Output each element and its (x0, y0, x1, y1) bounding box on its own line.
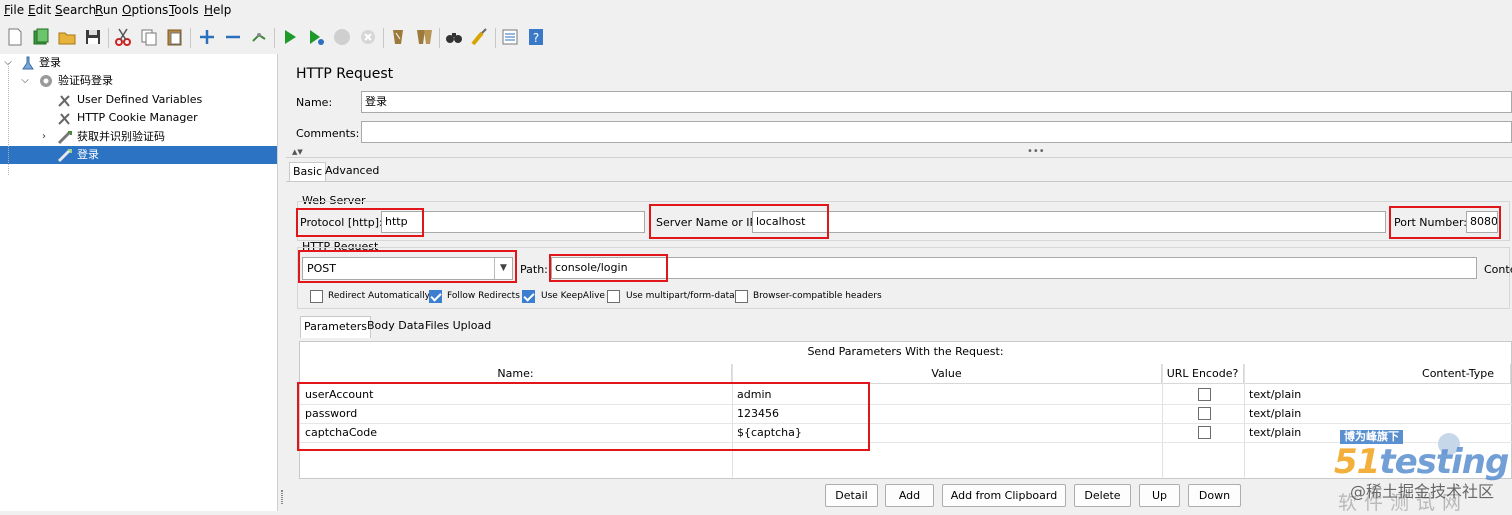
chevron-right-icon[interactable]: › (38, 128, 50, 146)
menu-options[interactable]: Options (122, 3, 168, 17)
cut-icon[interactable] (112, 26, 134, 48)
new-icon[interactable] (4, 26, 26, 48)
comments-label: Comments: (296, 127, 360, 140)
url-encode-checkbox[interactable] (1198, 426, 1211, 439)
param-content-type-cell[interactable]: text/plain (1249, 386, 1301, 404)
collapse-arrows-icon[interactable]: ▲▼ (292, 148, 303, 156)
keepalive-checkbox[interactable] (522, 290, 535, 303)
detail-button[interactable]: Detail (825, 484, 878, 507)
menu-bar: File Edit Search Run Options Tools Help (0, 0, 1512, 20)
chevron-down-icon[interactable]: ⌵ (19, 72, 31, 90)
expand-all-icon[interactable] (196, 26, 218, 48)
comments-field[interactable] (361, 121, 1512, 143)
function-helper-icon[interactable] (499, 26, 521, 48)
collapse-all-icon[interactable] (222, 26, 244, 48)
help-icon[interactable]: ? (525, 26, 547, 48)
table-caption: Send Parameters With the Request: (807, 345, 1004, 358)
name-label: Name: (296, 96, 333, 109)
highlight-parameters (297, 382, 870, 451)
follow-redirects-checkbox[interactable] (429, 290, 442, 303)
sampler-icon (57, 129, 73, 145)
test-plan-tree: ⌵ 登录 ⌵ 验证码登录 User Defined Variables HTTP… (0, 54, 278, 511)
redirect-auto-label: Redirect Automatically (328, 291, 430, 301)
path-field[interactable]: console/login (551, 257, 1477, 279)
url-encode-checkbox[interactable] (1198, 407, 1211, 420)
url-encode-checkbox[interactable] (1198, 388, 1211, 401)
gear-icon (38, 73, 54, 89)
highlight-port (1389, 206, 1501, 239)
wrench-icon (57, 110, 73, 126)
menu-search[interactable]: Search (55, 3, 96, 17)
copy-icon[interactable] (138, 26, 160, 48)
svg-text:?: ? (533, 31, 539, 45)
path-label: Path: (520, 263, 548, 276)
highlight-server (649, 204, 829, 239)
toolbar: ? (0, 22, 1512, 52)
content-encoding-label: Conte (1484, 263, 1512, 276)
test-plan-icon (20, 55, 36, 71)
param-content-type-cell[interactable]: text/plain (1249, 424, 1301, 442)
column-name[interactable]: Name: (300, 364, 732, 384)
multipart-checkbox[interactable] (607, 290, 620, 303)
keepalive-label: Use KeepAlive (541, 291, 605, 301)
name-field[interactable]: 登录 (361, 91, 1512, 113)
column-content-type[interactable]: Content-Type (1244, 364, 1511, 384)
tab-basic[interactable]: Basic (289, 162, 327, 181)
clear-all-icon[interactable] (413, 26, 435, 48)
sampler-icon (57, 147, 73, 163)
wrench-icon (57, 92, 73, 108)
paste-icon[interactable] (164, 26, 186, 48)
highlight-path (549, 254, 668, 282)
tab-body-data[interactable]: Body Data (364, 316, 428, 338)
add-from-clipboard-button[interactable]: Add from Clipboard (942, 484, 1066, 507)
add-button[interactable]: Add (885, 484, 934, 507)
down-button[interactable]: Down (1188, 484, 1241, 507)
tab-advanced[interactable]: Advanced (322, 162, 382, 181)
clear-icon[interactable] (387, 26, 409, 48)
redirect-auto-checkbox[interactable] (310, 290, 323, 303)
server-field[interactable]: localhost (752, 211, 1386, 233)
tab-files-upload[interactable]: Files Upload (422, 316, 494, 338)
browser-headers-checkbox[interactable] (735, 290, 748, 303)
menu-edit[interactable]: Edit (28, 3, 51, 17)
watermark-overlay: @稀土掘金技术社区 (1350, 482, 1495, 501)
menu-run[interactable]: Run (95, 3, 118, 17)
shutdown-icon[interactable] (357, 26, 379, 48)
menu-file[interactable]: File (4, 3, 24, 17)
templates-icon[interactable] (30, 26, 52, 48)
splitter[interactable] (279, 54, 286, 511)
param-content-type-cell[interactable]: text/plain (1249, 405, 1301, 423)
menu-help[interactable]: Help (204, 3, 231, 17)
tab-parameters[interactable]: Parameters (300, 316, 371, 338)
highlight-protocol (296, 208, 424, 237)
reset-search-icon[interactable] (469, 26, 491, 48)
divider-grip-icon[interactable]: ••• (1027, 146, 1045, 157)
start-icon[interactable] (279, 26, 301, 48)
delete-button[interactable]: Delete (1074, 484, 1131, 507)
browser-headers-label: Browser-compatible headers (753, 291, 882, 301)
open-icon[interactable] (56, 26, 78, 48)
column-value[interactable]: Value (732, 364, 1162, 384)
column-url-encode[interactable]: URL Encode? (1162, 364, 1244, 384)
search-icon[interactable] (443, 26, 465, 48)
follow-redirects-label: Follow Redirects (447, 291, 520, 301)
save-icon[interactable] (82, 26, 104, 48)
up-button[interactable]: Up (1139, 484, 1180, 507)
tree-item-login-request[interactable]: 登录 (0, 146, 277, 164)
panel-title: HTTP Request (296, 66, 394, 82)
tree-item-user-defined-variables[interactable]: User Defined Variables (0, 91, 277, 109)
tree-item-thread-group[interactable]: ⌵ 验证码登录 (0, 72, 277, 90)
tree-item-captcha-request[interactable]: › 获取并识别验证码 (0, 128, 277, 146)
stop-icon[interactable] (331, 26, 353, 48)
tree-item-cookie-manager[interactable]: HTTP Cookie Manager (0, 109, 277, 127)
multipart-label: Use multipart/form-data (626, 291, 735, 301)
tree-item-test-plan[interactable]: ⌵ 登录 (0, 54, 277, 72)
menu-tools[interactable]: Tools (169, 3, 199, 17)
highlight-method (298, 250, 517, 283)
watermark-logo: 51testing (1334, 442, 1509, 482)
start-no-pause-icon[interactable] (305, 26, 327, 48)
toggle-icon[interactable] (248, 26, 270, 48)
